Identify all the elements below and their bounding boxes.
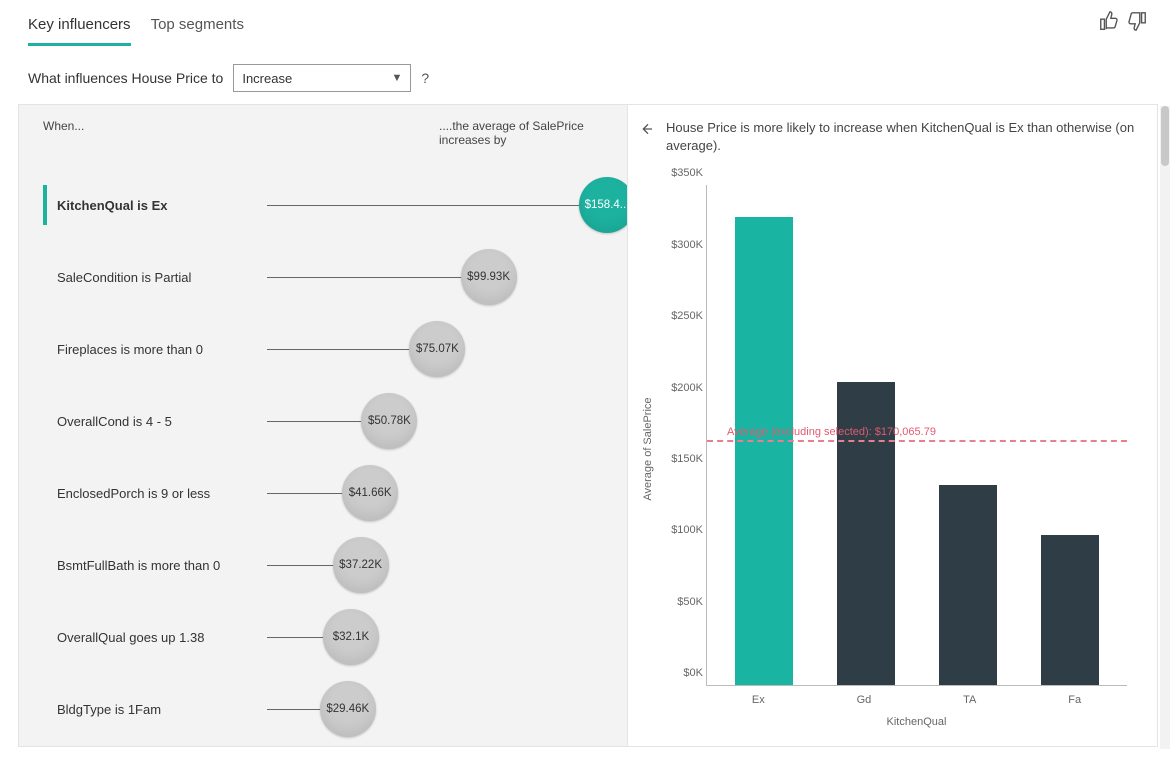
influencer-label: BsmtFullBath is more than 0 [57, 558, 267, 573]
selection-indicator [43, 401, 47, 441]
influencer-row[interactable]: BldgType is 1Fam$29.46K [43, 673, 599, 745]
influencer-row[interactable]: EnclosedPorch is 9 or less$41.66K [43, 457, 599, 529]
bar-chart: $0K$50K$100K$150K$200K$250K$300K$350KAve… [706, 185, 1127, 686]
influencer-label: OverallQual goes up 1.38 [57, 630, 267, 645]
influencer-track: $50.78K [267, 420, 599, 422]
influencer-label: OverallCond is 4 - 5 [57, 414, 267, 429]
tab-top-segments[interactable]: Top segments [151, 10, 244, 46]
scroll-thumb[interactable] [1161, 106, 1169, 166]
y-tick: $350K [663, 167, 703, 179]
chart-description: House Price is more likely to increase w… [666, 119, 1139, 155]
reference-line [707, 440, 1127, 442]
influencer-label: SaleCondition is Partial [57, 270, 267, 285]
header-row: Key influencers Top segments [0, 0, 1176, 46]
influencer-track: $37.22K [267, 564, 599, 566]
influencer-track: $158.4... [267, 204, 599, 206]
track-line [267, 421, 369, 422]
influencer-track: $29.46K [267, 708, 599, 710]
influencer-row[interactable]: BsmtFullBath is more than 0$37.22K [43, 529, 599, 601]
back-arrow-icon[interactable] [638, 121, 656, 139]
y-axis-label: Average of SalePrice [638, 165, 658, 734]
thumbs-up-icon[interactable] [1098, 10, 1120, 37]
influencer-row[interactable]: OverallCond is 4 - 5$50.78K [43, 385, 599, 457]
influencer-bubble[interactable]: $75.07K [409, 321, 465, 377]
x-tick: Gd [857, 694, 872, 706]
bar[interactable] [939, 485, 997, 685]
chart-wrap: Average of SalePrice $0K $50K $100K $150K $2… [638, 165, 1139, 734]
x-tick: TA [963, 694, 976, 706]
influencer-bubble[interactable]: $37.22K [333, 537, 389, 593]
influencer-track: $99.93K [267, 276, 599, 278]
x-axis-label: KitchenQual [706, 716, 1127, 728]
reference-line-label: Average (excluding selected): $170,065.7… [727, 426, 936, 438]
feedback-icons [1098, 10, 1148, 37]
y-tick: $150K [663, 453, 703, 465]
chart-panel: House Price is more likely to increase w… [628, 104, 1158, 747]
x-tick: Ex [752, 694, 765, 706]
thumbs-down-icon[interactable] [1126, 10, 1148, 37]
influencer-bubble[interactable]: $99.93K [461, 249, 517, 305]
influencer-bubble[interactable]: $41.66K [342, 465, 398, 521]
influencer-row[interactable]: KitchenQual is Ex$158.4... [43, 169, 599, 241]
influencers-header: When... ....the average of SalePrice inc… [43, 119, 599, 147]
influencer-row[interactable]: SaleCondition is Partial$99.93K [43, 241, 599, 313]
tabs: Key influencers Top segments [28, 10, 244, 46]
influencer-label: EnclosedPorch is 9 or less [57, 486, 267, 501]
direction-select[interactable]: Increase ▼ [233, 64, 411, 92]
influencers-panel: When... ....the average of SalePrice inc… [18, 104, 628, 747]
influencers-list: KitchenQual is Ex$158.4...SaleCondition … [43, 169, 599, 745]
direction-select-value: Increase [242, 71, 292, 86]
influencer-bubble[interactable]: $158.4... [579, 177, 628, 233]
key-influencers-visual: Key influencers Top segments What influe… [0, 0, 1176, 767]
influencer-bubble[interactable]: $32.1K [323, 609, 379, 665]
track-line [267, 493, 350, 494]
selection-indicator [43, 473, 47, 513]
increases-by-label: ....the average of SalePrice increases b… [439, 119, 599, 147]
track-line [267, 349, 417, 350]
influencer-row[interactable]: OverallQual goes up 1.38$32.1K [43, 601, 599, 673]
selection-indicator [43, 617, 47, 657]
x-ticks: Ex Gd TA Fa [706, 694, 1127, 706]
y-tick: $300K [663, 239, 703, 251]
influencer-track: $75.07K [267, 348, 599, 350]
influencer-track: $41.66K [267, 492, 599, 494]
selection-indicator [43, 185, 47, 225]
help-icon[interactable]: ? [421, 70, 429, 86]
y-tick: $250K [663, 310, 703, 322]
influencer-label: Fireplaces is more than 0 [57, 342, 267, 357]
influencer-bubble[interactable]: $50.78K [361, 393, 417, 449]
influencer-row[interactable]: Fireplaces is more than 0$75.07K [43, 313, 599, 385]
chart-description-row: House Price is more likely to increase w… [638, 119, 1139, 155]
selection-indicator [43, 329, 47, 369]
track-line [267, 637, 331, 638]
selection-indicator [43, 257, 47, 297]
when-label: When... [43, 119, 84, 147]
y-tick: $0K [663, 667, 703, 679]
scrollbar[interactable] [1160, 106, 1170, 749]
tab-key-influencers[interactable]: Key influencers [28, 10, 131, 46]
influencer-track: $32.1K [267, 636, 599, 638]
y-tick: $200K [663, 382, 703, 394]
selection-indicator [43, 689, 47, 729]
track-line [267, 205, 587, 206]
chart-inner: $0K $50K $100K $150K $200K $250K $300K $350K Ave… [658, 165, 1139, 734]
track-line [267, 709, 328, 710]
track-line [267, 565, 341, 566]
selection-indicator [43, 545, 47, 585]
x-tick: Fa [1068, 694, 1081, 706]
bar[interactable] [1041, 535, 1099, 685]
chevron-down-icon: ▼ [391, 72, 402, 84]
influencer-label: BldgType is 1Fam [57, 702, 267, 717]
influencer-label: KitchenQual is Ex [57, 198, 267, 213]
y-tick: $50K [663, 596, 703, 608]
question-row: What influences House Price to Increase … [0, 46, 1176, 104]
y-tick: $100K [663, 524, 703, 536]
track-line [267, 277, 469, 278]
question-prefix: What influences House Price to [28, 70, 223, 86]
body: When... ....the average of SalePrice inc… [0, 104, 1176, 765]
bar[interactable] [735, 217, 793, 685]
influencer-bubble[interactable]: $29.46K [320, 681, 376, 737]
